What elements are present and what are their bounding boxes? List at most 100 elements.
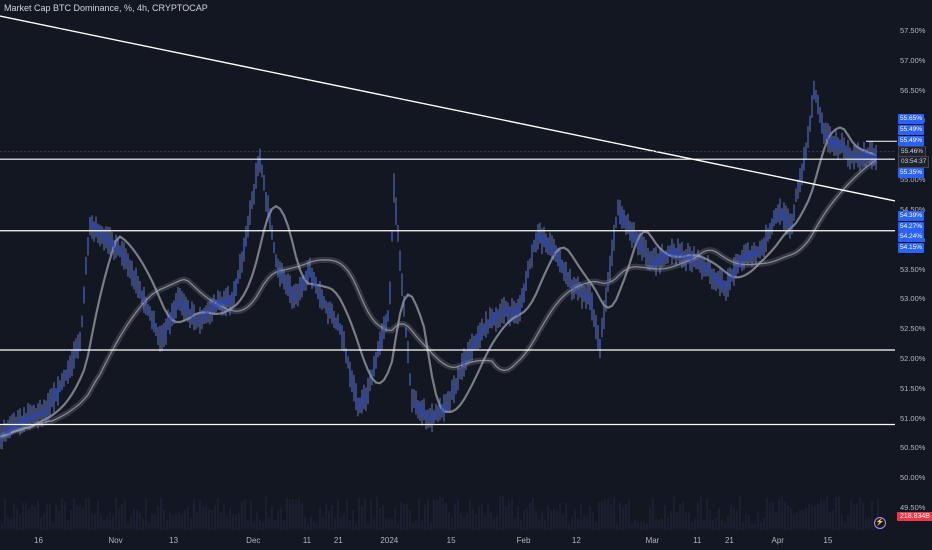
candle-body [643,250,645,252]
candle-body [155,327,157,332]
candle-body [639,241,641,250]
candle-body [487,323,489,326]
volume-bar [823,500,825,530]
volume-bar [454,503,456,530]
volume-bar [457,499,459,530]
volume-bar [718,507,720,530]
candle-body [783,214,785,220]
volume-bar [64,501,66,530]
candle-body [121,253,123,256]
y-tick-label: 50.50% [900,443,926,453]
volume-bar [31,504,33,530]
volume-bar [91,513,93,530]
candle-body [101,231,103,238]
candle-body [281,275,283,279]
volume-bar [25,502,27,530]
candle-body [797,184,799,189]
volume-bar [652,497,654,530]
volume-bar [151,513,153,530]
candle-body [233,290,235,298]
candle-body [535,236,537,240]
candle-body [727,278,729,286]
candle-body [873,152,875,160]
candle-body [713,273,715,280]
x-tick-label: 15 [823,536,833,545]
candle-body [791,227,793,229]
lightning-bolt-icon[interactable]: ⚡ [874,517,886,529]
x-tick-label: Mar [645,536,660,545]
candle-body [299,286,301,292]
candle-body [65,370,67,380]
volume-bar [61,498,63,530]
axis-tag: 55.49% [898,136,925,146]
candle-body [705,265,707,273]
volume-bar [49,504,51,530]
candle-body [667,252,669,255]
volume-bar [334,517,336,530]
candle-body [679,253,681,256]
volume-bar [124,499,126,530]
volume-bar [808,503,810,530]
volume-bar [268,517,270,530]
candle-body [351,377,353,385]
candle-body [513,310,515,313]
candle-body [341,335,343,340]
candle-body [537,231,539,239]
candle-body [807,135,809,141]
volume-bar [721,519,723,530]
candle-body [849,154,851,158]
candle-body [61,383,63,385]
volume-bar [673,496,675,530]
volume-bar [304,516,306,530]
candle-body [279,271,281,277]
candle-body [693,260,695,262]
volume-bar [742,521,744,530]
candle-body [229,296,231,304]
candle-body [171,311,173,320]
volume-bar [130,516,132,530]
volume-bar [343,513,345,530]
volume-bar [397,522,399,530]
candle-body [139,290,141,294]
candle-body [313,276,315,286]
candle-body [119,249,121,256]
candle-body [1,434,3,436]
volume-bar [496,515,498,530]
axis-tag: 54.27% [898,222,925,232]
candle-body [613,232,615,242]
candle-body [517,306,519,316]
candle-body [273,243,275,252]
volume-bar [481,503,483,530]
candle-body [437,412,439,414]
candle-body [563,266,565,273]
candle-body [289,288,291,292]
candle-body [87,237,89,247]
y-tick-label: 49.50% [900,503,926,512]
candle-body [853,154,855,158]
volume-bar [526,508,528,530]
candle-body [479,330,481,339]
candle-body [181,302,183,305]
candle-body [645,253,647,255]
candle-body [245,236,247,244]
volume-bar [271,506,273,530]
volume-bar [76,504,78,530]
candle-body [835,139,837,150]
volume-bar [628,498,630,530]
price-chart[interactable] [0,0,932,550]
candle-body [337,324,339,327]
candle-body [737,265,739,267]
fast-ma-line [0,126,877,438]
candle-body [387,311,389,321]
volume-bar [4,498,6,530]
volume-bar [598,502,600,530]
volume-bar [43,513,45,530]
volume-bar [73,498,75,530]
candle-body [263,182,265,186]
candle-body [805,149,807,157]
volume-bar [745,512,747,530]
candle-body [187,308,189,315]
volume-bar [19,514,21,530]
volume-bar [190,517,192,530]
volume-bar [625,503,627,530]
